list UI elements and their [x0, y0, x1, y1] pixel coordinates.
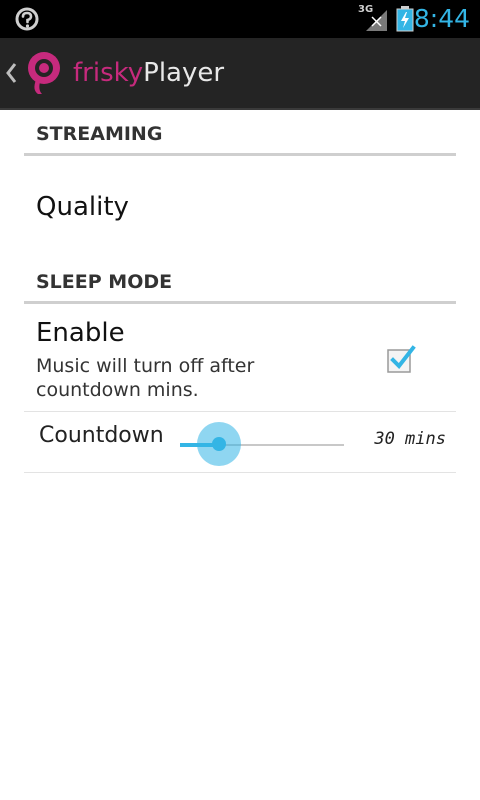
app-logo-icon[interactable]	[24, 50, 64, 96]
app-title: friskyPlayer	[73, 56, 224, 90]
enable-preference[interactable]: Enable Music will turn off after countdo…	[24, 304, 456, 412]
action-bar: friskyPlayer	[0, 38, 480, 110]
quality-label: Quality	[36, 192, 129, 222]
status-clock: 8:44	[413, 4, 470, 33]
sleep-mode-header-label: SLEEP MODE	[36, 271, 173, 293]
status-bar: 3G 8:44	[0, 0, 480, 38]
app-title-brand: frisky	[73, 58, 144, 88]
signal-indicator: 3G	[358, 4, 390, 32]
enable-checkbox[interactable]	[386, 344, 416, 374]
streaming-header-label: STREAMING	[36, 123, 163, 145]
enable-summary: Music will turn off after countdown mins…	[36, 355, 255, 401]
app-title-rest: Player	[143, 58, 225, 88]
battery-charging-icon	[396, 6, 414, 32]
slider-thumb[interactable]	[197, 422, 242, 466]
countdown-slider[interactable]	[174, 417, 346, 469]
signal-icon	[366, 10, 387, 31]
countdown-label: Countdown	[39, 423, 164, 448]
quality-preference[interactable]: Quality	[24, 156, 456, 260]
streaming-header: STREAMING	[24, 112, 456, 156]
sleep-mode-header: SLEEP MODE	[24, 260, 456, 304]
chevron-left-icon[interactable]	[4, 60, 18, 86]
countdown-value: 30 mins	[374, 429, 446, 449]
enable-title: Enable	[36, 318, 125, 348]
slider-thumb-core	[212, 437, 227, 451]
countdown-preference: Countdown 30 mins	[24, 413, 456, 473]
question-ring-icon	[15, 7, 39, 31]
